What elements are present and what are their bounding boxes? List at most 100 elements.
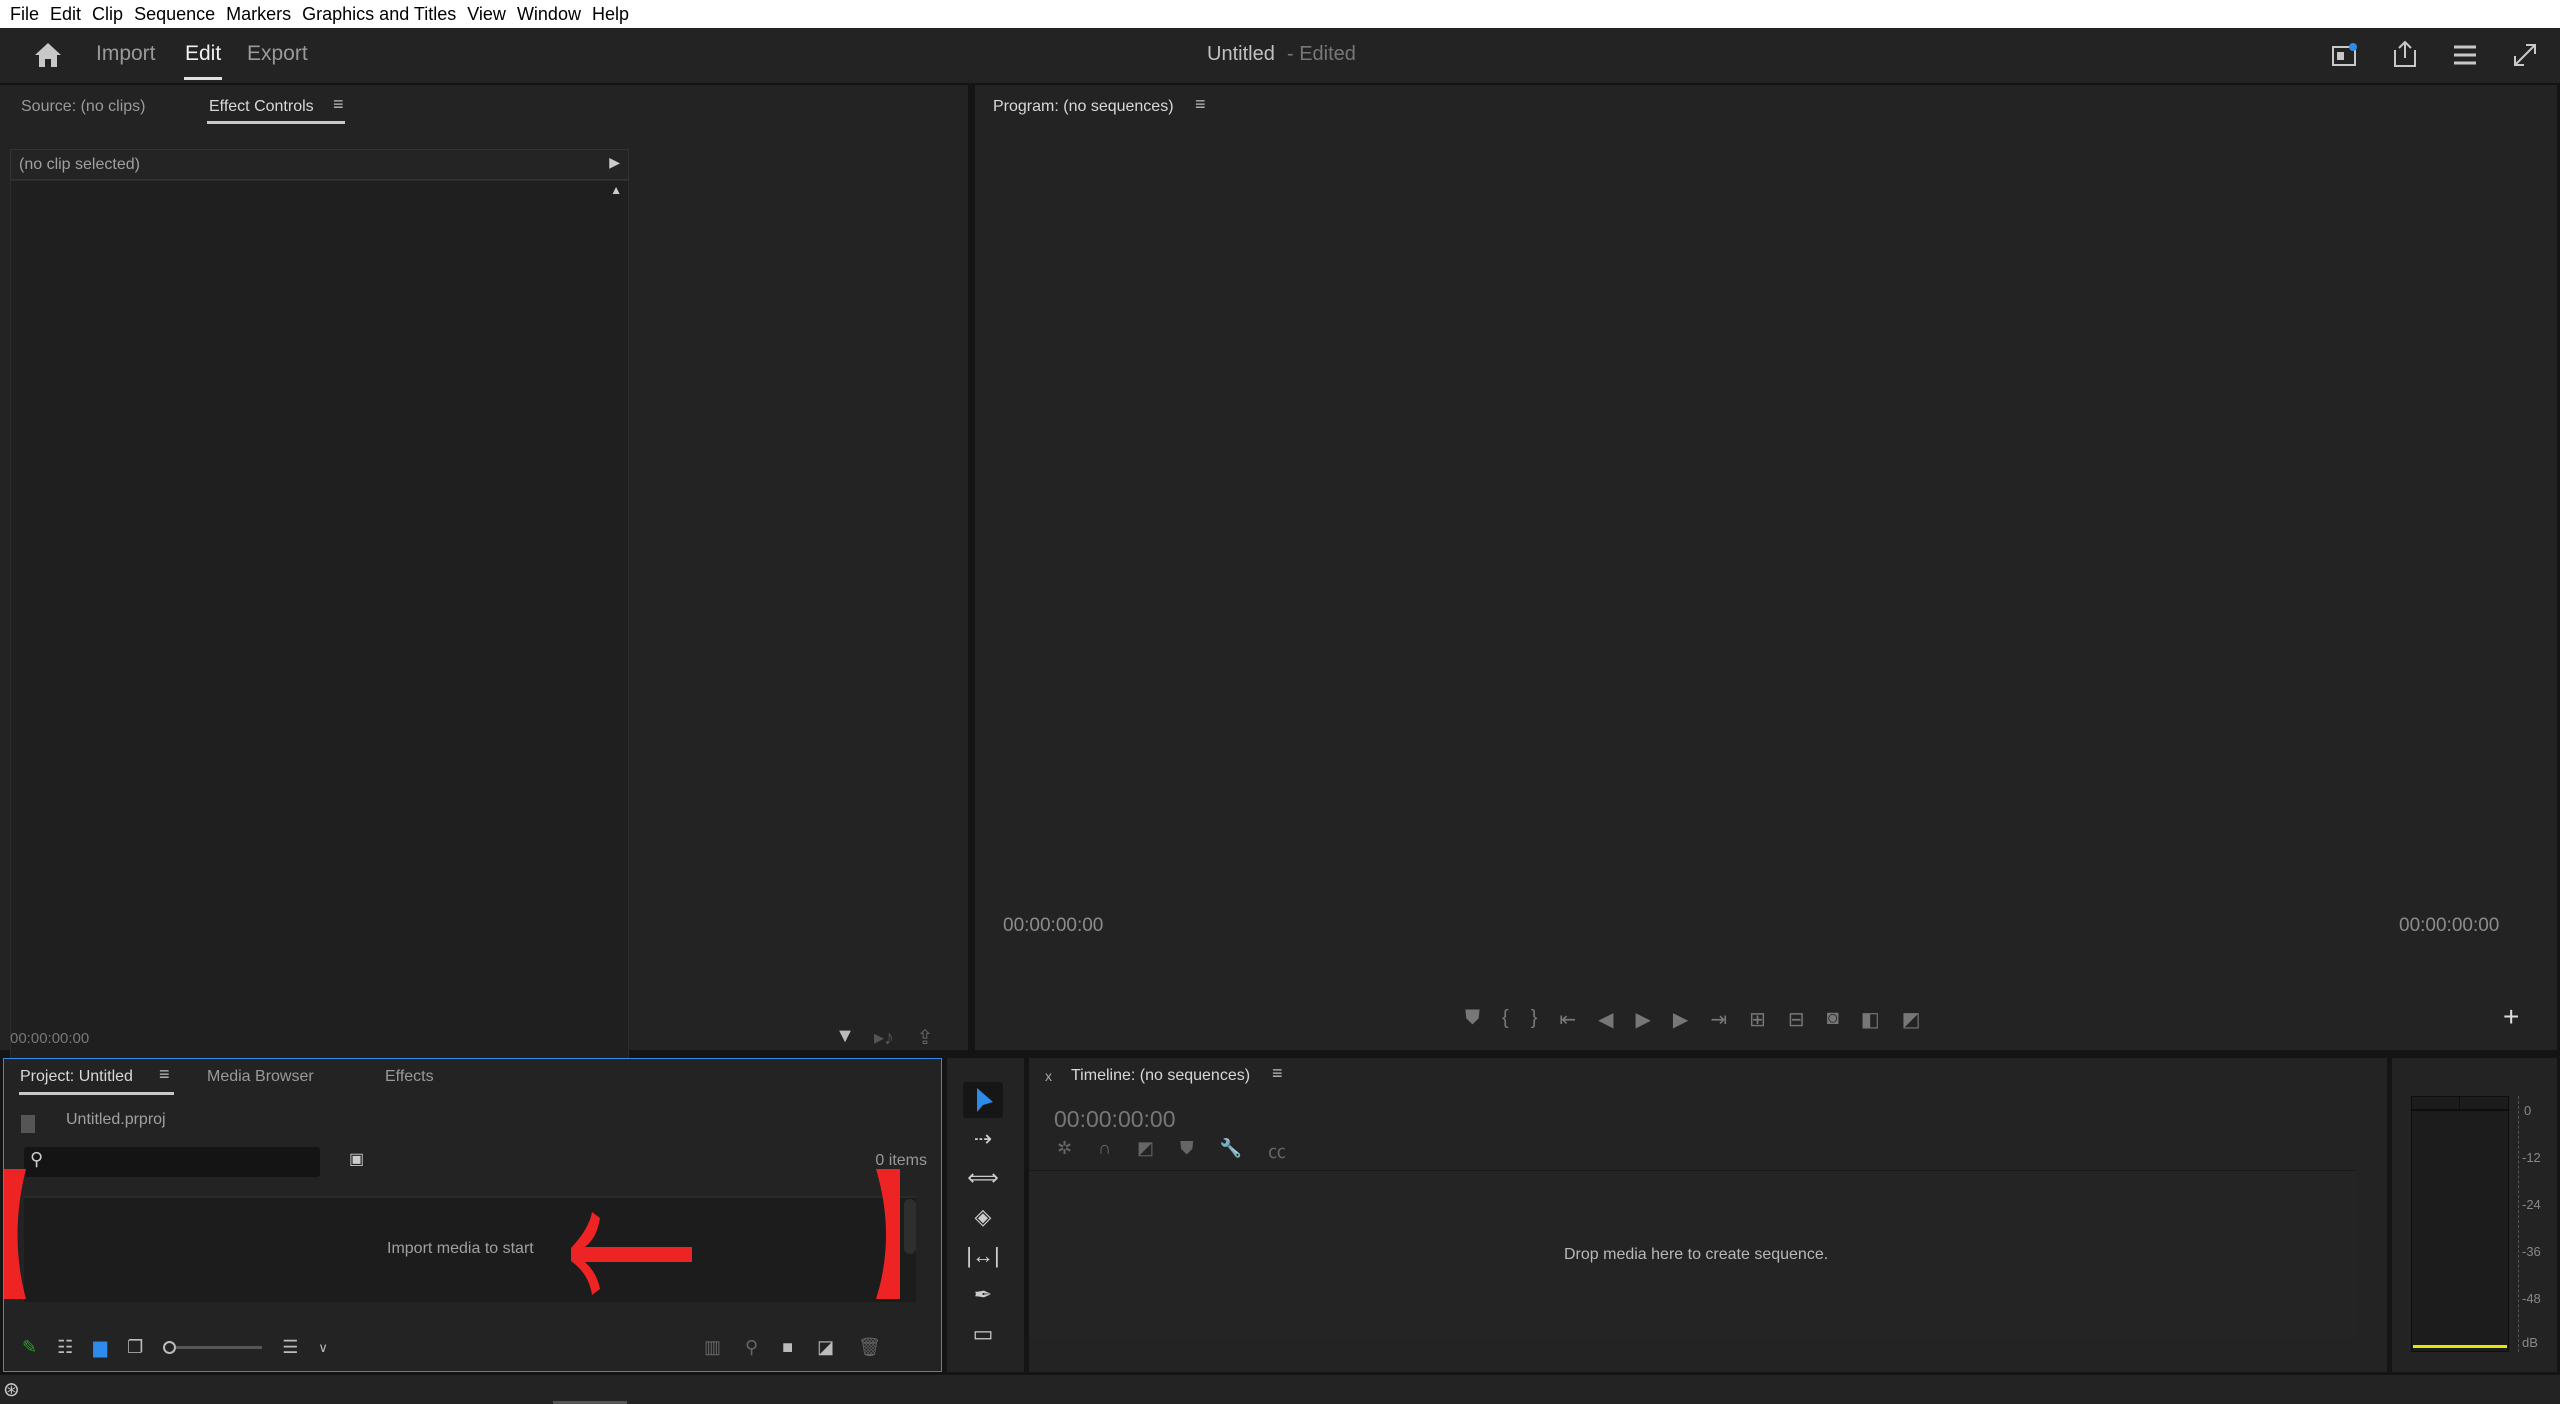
compare-view-icon[interactable]: ◧ — [1861, 1007, 1880, 1032]
panel-menu-icon[interactable]: ≡ — [333, 94, 344, 115]
icon-view-icon[interactable]: ▆ — [93, 1337, 107, 1358]
find-in-bin-icon[interactable]: ▣ — [349, 1149, 364, 1169]
step-back-icon[interactable]: ◀ — [1598, 1007, 1613, 1032]
workspace-edit[interactable]: Edit — [183, 42, 223, 80]
filter-icon[interactable]: ▼ — [830, 1025, 860, 1048]
home-icon[interactable] — [34, 42, 62, 68]
menu-window[interactable]: Window — [513, 4, 588, 25]
selection-tool[interactable] — [963, 1082, 1003, 1118]
tab-effects[interactable]: Effects — [385, 1068, 434, 1086]
creative-cloud-icon[interactable]: ⊛ — [3, 1377, 20, 1402]
panel-menu-icon[interactable]: ≡ — [159, 1064, 170, 1085]
mark-out-icon[interactable]: } — [1531, 1007, 1538, 1032]
project-actions: ▥ ⚲ ■ ◪ 🗑 — [704, 1337, 881, 1358]
tools-panel: ⇢ ⟺ ◈ |↔| ✒ ▭ — [947, 1058, 1024, 1372]
expand-arrow-icon[interactable]: ▶ — [609, 154, 620, 171]
menu-help[interactable]: Help — [588, 4, 636, 25]
track-select-tool-icon[interactable]: ⇢ — [965, 1126, 1001, 1152]
timeline-title[interactable]: Timeline: (no sequences) — [1071, 1067, 1250, 1085]
panel-menu-icon[interactable]: ≡ — [1272, 1063, 1283, 1084]
menu-bar: File Edit Clip Sequence Markers Graphics… — [0, 0, 2560, 28]
freeform-view-icon[interactable]: ❐ — [127, 1337, 143, 1358]
go-to-in-icon[interactable]: ⇤ — [1559, 1007, 1576, 1032]
program-title[interactable]: Program: (no sequences) — [993, 98, 1174, 116]
go-to-out-icon[interactable]: ⇥ — [1710, 1007, 1727, 1032]
chevron-down-icon[interactable]: ∨ — [318, 1340, 328, 1356]
menu-edit[interactable]: Edit — [46, 4, 88, 25]
share-icon[interactable] — [2392, 40, 2418, 68]
razor-tool-icon[interactable]: ◈ — [965, 1204, 1001, 1230]
quick-export-icon[interactable] — [2332, 43, 2358, 67]
add-button-icon[interactable]: + — [2503, 1001, 2519, 1033]
tab-project[interactable]: Project: Untitled — [20, 1068, 133, 1086]
play-audio-icon[interactable]: ▸♪ — [869, 1025, 899, 1050]
items-count: 0 items — [875, 1152, 927, 1169]
menu-file[interactable]: File — [6, 4, 46, 25]
insert-icon[interactable]: ⊞ — [1749, 1007, 1766, 1032]
active-tab-indicator — [207, 121, 345, 124]
scroll-up-icon[interactable]: ▲ — [610, 183, 622, 197]
playhead-timecode[interactable]: 00:00:00:00 — [1003, 915, 1103, 937]
project-status: - Edited — [1287, 43, 1356, 65]
menu-graphics-and-titles[interactable]: Graphics and Titles — [298, 4, 463, 25]
snap-magnet-icon[interactable]: ∩ — [1098, 1138, 1111, 1164]
sort-icon[interactable]: ☰ — [282, 1337, 298, 1358]
menu-clip[interactable]: Clip — [88, 4, 130, 25]
workspace-export[interactable]: Export — [247, 42, 308, 66]
transport-controls: ⛊ { } ⇤ ◀ ▶ ▶ ⇥ ⊞ ⊟ ◙ ◧ ◩ — [1465, 1007, 1921, 1032]
timeline-panel: x Timeline: (no sequences) ≡ 00:00:00:00… — [1029, 1058, 2387, 1372]
tab-media-browser[interactable]: Media Browser — [207, 1068, 314, 1086]
project-file-name: Untitled.prproj — [66, 1111, 166, 1128]
proxy-toggle-icon[interactable]: ◩ — [1902, 1007, 1921, 1032]
timeline-timecode[interactable]: 00:00:00:00 — [1054, 1106, 1176, 1133]
timeline-toolbar: ✲ ∩ ◩ ⛊ 🔧 ㏄ — [1057, 1138, 1286, 1164]
trash-icon[interactable]: 🗑 — [858, 1337, 881, 1358]
list-view-icon[interactable]: ☷ — [57, 1337, 73, 1358]
mark-in-icon[interactable]: { — [1502, 1007, 1509, 1032]
nest-icon[interactable]: ✲ — [1057, 1138, 1072, 1164]
tab-source[interactable]: Source: (no clips) — [21, 98, 146, 116]
captions-icon[interactable]: ㏄ — [1268, 1138, 1286, 1164]
export-frame-icon[interactable]: ◙ — [1827, 1007, 1839, 1032]
tab-effect-controls[interactable]: Effect Controls — [209, 98, 314, 116]
ripple-edit-tool-icon[interactable]: ⟺ — [965, 1165, 1001, 1191]
new-item-icon[interactable]: ◪ — [817, 1337, 834, 1358]
timeline-drop-area[interactable]: Drop media here to create sequence. — [1029, 1170, 2357, 1340]
rectangle-tool-icon[interactable]: ▭ — [965, 1321, 1001, 1347]
export-frame-icon[interactable]: ⇪ — [910, 1025, 940, 1050]
drop-message: Drop media here to create sequence. — [1564, 1246, 1829, 1263]
zoom-slider[interactable] — [163, 1341, 263, 1354]
tool-list: ⇢ ⟺ ◈ |↔| ✒ ▭ — [965, 1126, 1001, 1347]
new-bin-icon[interactable]: ■ — [782, 1337, 793, 1358]
add-marker-icon[interactable]: ⛊ — [1180, 1138, 1194, 1164]
fullscreen-icon[interactable] — [2512, 42, 2538, 68]
workspaces-menu-icon[interactable] — [2452, 43, 2478, 67]
write-mode-pencil-icon[interactable]: ✎ — [22, 1337, 37, 1358]
overwrite-icon[interactable]: ⊟ — [1788, 1007, 1805, 1032]
play-icon[interactable]: ▶ — [1636, 1007, 1651, 1032]
find-icon[interactable]: ⚲ — [745, 1337, 758, 1358]
close-timeline-button[interactable]: x — [1045, 1068, 1052, 1084]
menu-sequence[interactable]: Sequence — [130, 4, 222, 25]
meter-tick: -12 — [2522, 1150, 2541, 1165]
search-icon: ⚲ — [30, 1149, 44, 1169]
workspace-import[interactable]: Import — [96, 42, 156, 66]
panel-menu-icon[interactable]: ≡ — [1195, 94, 1206, 115]
wrench-icon[interactable]: 🔧 — [1220, 1138, 1242, 1164]
clip-selector[interactable]: (no clip selected) ▶ — [10, 149, 629, 180]
add-marker-icon[interactable]: ⛊ — [1465, 1007, 1480, 1032]
slip-tool-icon[interactable]: |↔| — [965, 1243, 1001, 1269]
linked-selection-icon[interactable]: ◩ — [1137, 1138, 1154, 1164]
source-panel: Source: (no clips) Effect Controls ≡ (no… — [0, 85, 968, 1106]
project-bottom-toolbar: ✎ ☷ ▆ ❐ ☰ ∨ — [22, 1337, 328, 1358]
menu-markers[interactable]: Markers — [222, 4, 298, 25]
pen-tool-icon[interactable]: ✒ — [965, 1282, 1001, 1308]
meter-level — [2413, 1345, 2507, 1348]
effect-controls-area: ▲ — [10, 180, 629, 1106]
automate-to-sequence-icon[interactable]: ▥ — [704, 1337, 721, 1358]
audio-meter — [2411, 1096, 2509, 1352]
step-forward-icon[interactable]: ▶ — [1673, 1007, 1688, 1032]
meter-tick: dB — [2522, 1335, 2538, 1350]
menu-view[interactable]: View — [463, 4, 513, 25]
peak-indicator[interactable] — [2412, 1097, 2508, 1111]
